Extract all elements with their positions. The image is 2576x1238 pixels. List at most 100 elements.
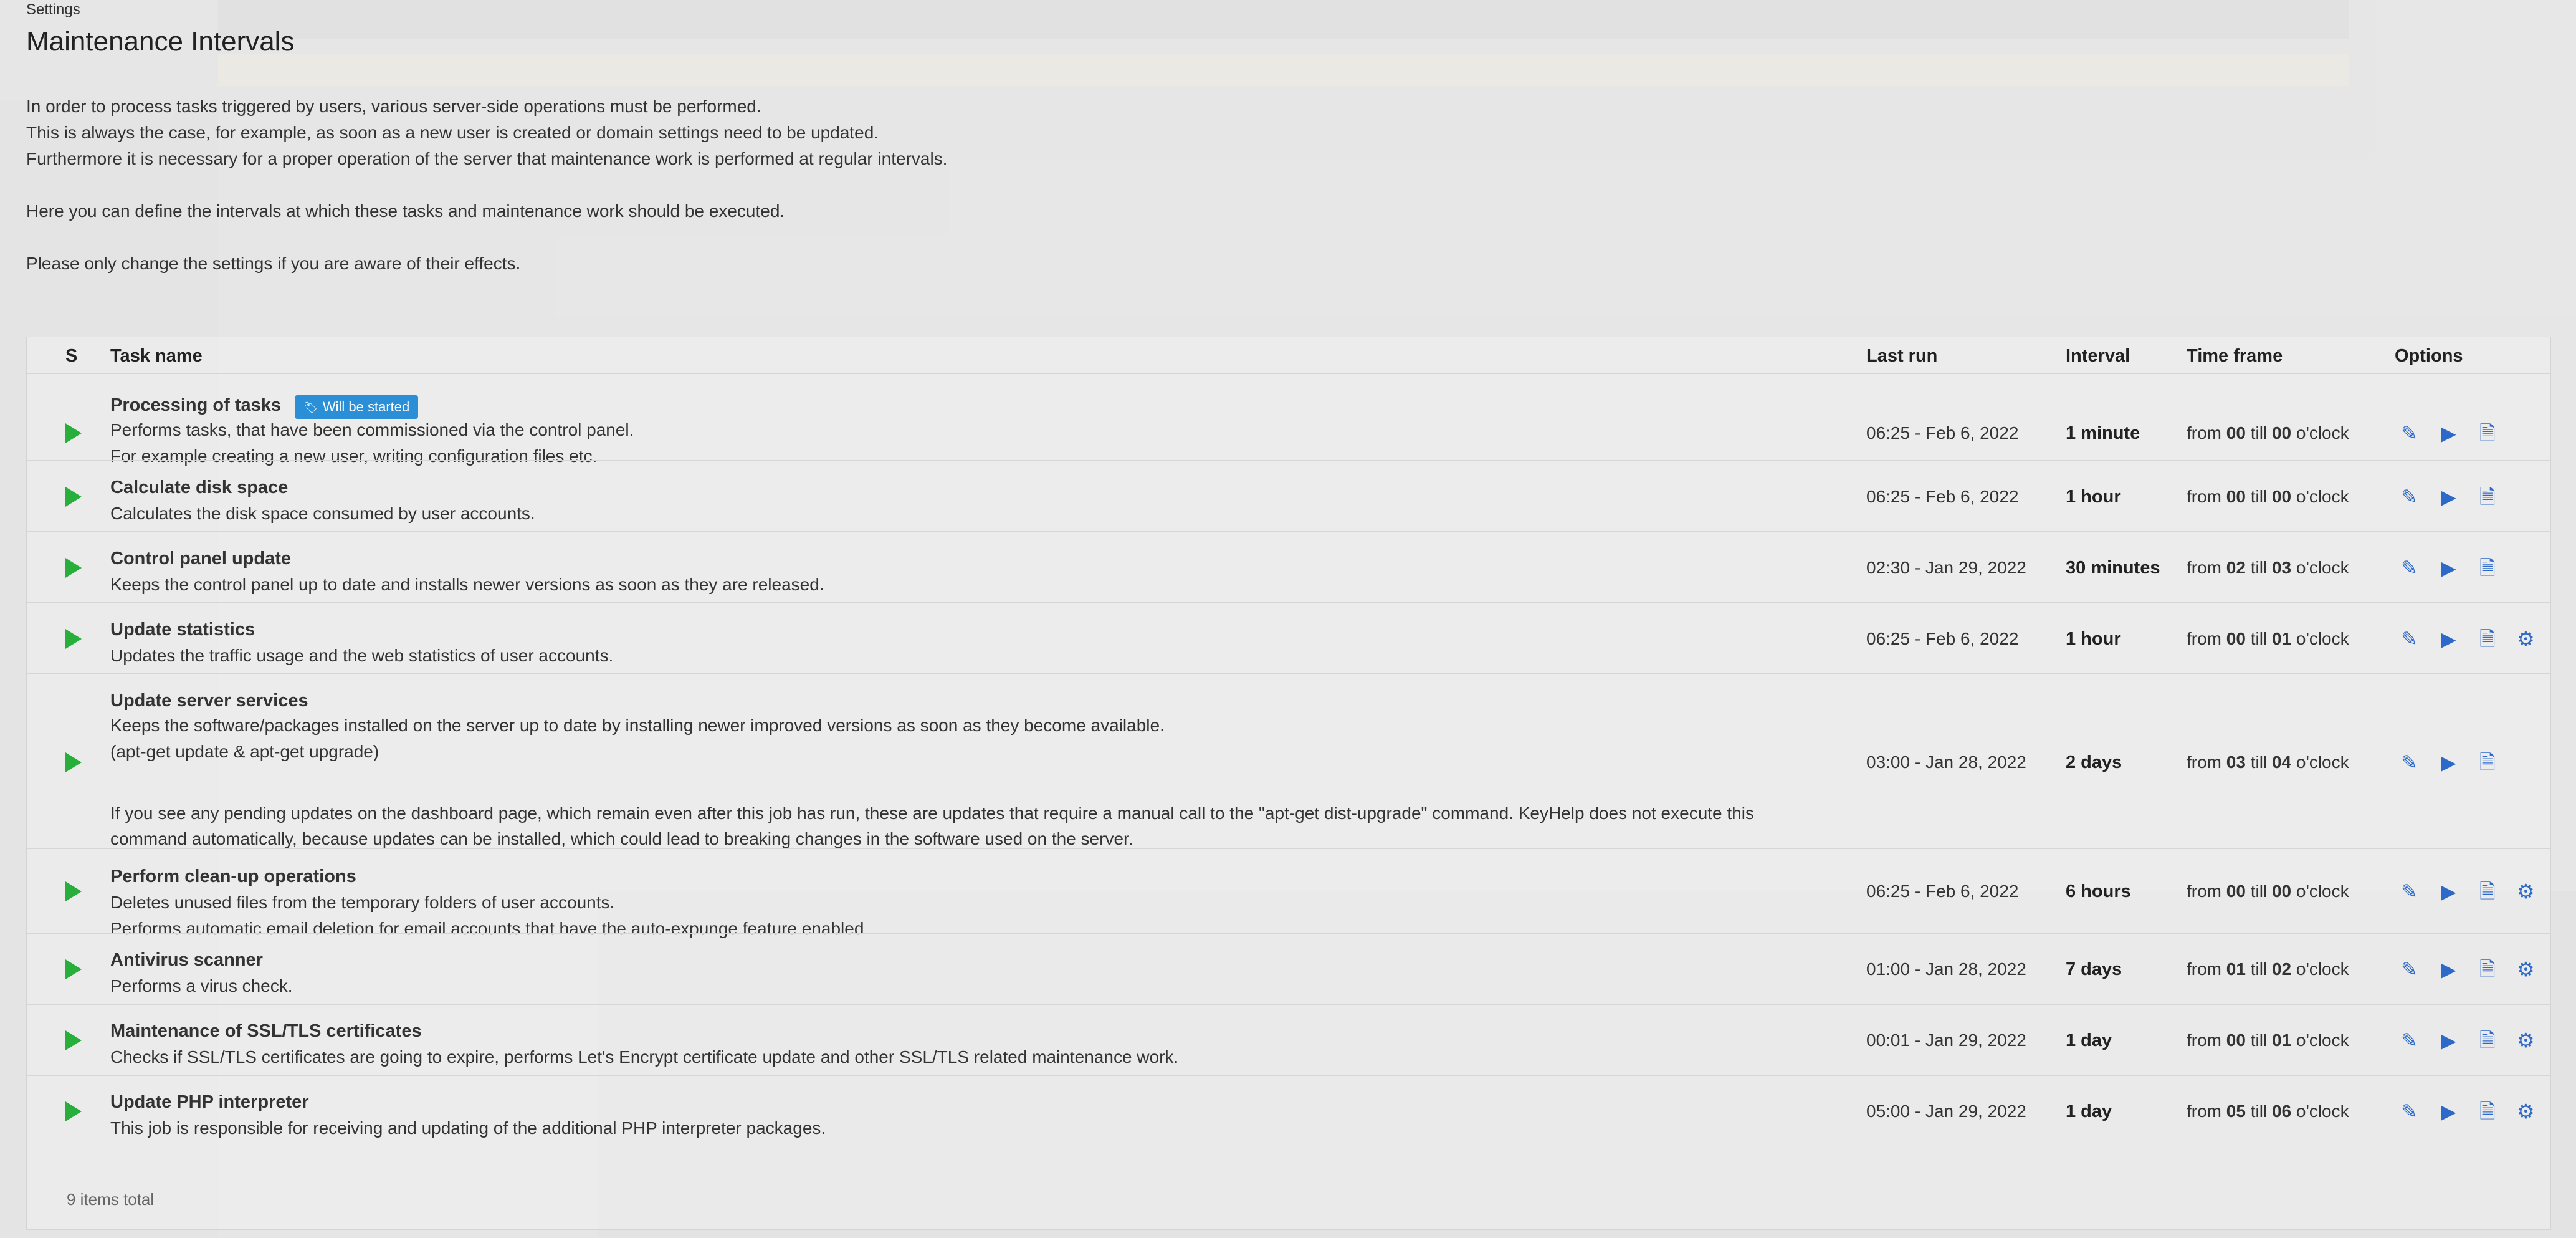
time-frame-from-value: 00 (2226, 881, 2246, 901)
time-frame-till-value: 00 (2271, 881, 2292, 901)
gear-icon[interactable]: ⚙ (2517, 1030, 2535, 1050)
time-frame-oclock-label: o'clock (2296, 1030, 2349, 1050)
tag-icon: 🏷 (303, 401, 318, 414)
time-frame-oclock-label: o'clock (2296, 629, 2349, 648)
play-status-icon[interactable] (65, 752, 82, 772)
time-frame-oclock-label: o'clock (2296, 881, 2349, 901)
play-icon[interactable]: ▶ (2441, 487, 2456, 507)
pencil-icon[interactable]: ✎ (2401, 423, 2418, 443)
time-frame: from 00 till 00 o'clock (2187, 423, 2349, 443)
play-status-icon[interactable] (65, 959, 82, 979)
last-run: 06:25 - Feb 6, 2022 (1866, 423, 2019, 443)
time-frame: from 01 till 02 o'clock (2187, 959, 2349, 979)
pencil-icon[interactable]: ✎ (2401, 752, 2418, 772)
last-run: 06:25 - Feb 6, 2022 (1866, 487, 2019, 506)
play-status-icon[interactable] (65, 881, 82, 901)
page-title: Maintenance Intervals (26, 26, 295, 57)
task-description: Performs a virus check. (110, 976, 293, 996)
column-header-time-frame: Time frame (2187, 346, 2283, 366)
time-frame-from-label: from (2187, 1101, 2221, 1121)
time-frame-from-label: from (2187, 558, 2221, 577)
table-row: Perform clean-up operations Deletes unuse… (27, 848, 2550, 938)
task-name: Update statistics (110, 620, 255, 640)
column-header-last-run: Last run (1866, 346, 1938, 366)
intro-line: In order to process tasks triggered by u… (26, 97, 761, 116)
task-description: (apt-get update & apt-get upgrade) (110, 742, 379, 761)
play-icon[interactable]: ▶ (2441, 752, 2456, 772)
time-frame-oclock-label: o'clock (2296, 423, 2349, 443)
interval: 1 hour (2066, 629, 2121, 649)
last-run: 01:00 - Jan 28, 2022 (1866, 959, 2026, 979)
interval: 1 day (2066, 1030, 2112, 1050)
document-icon[interactable]: 🗎 (2479, 629, 2496, 649)
document-icon[interactable]: 🗎 (2479, 487, 2496, 507)
pencil-icon[interactable]: ✎ (2401, 629, 2418, 649)
document-icon[interactable]: 🗎 (2479, 881, 2496, 901)
document-icon[interactable]: 🗎 (2479, 1101, 2496, 1121)
time-frame-from-label: from (2187, 1030, 2221, 1050)
time-frame-from-label: from (2187, 487, 2221, 506)
document-icon[interactable]: 🗎 (2479, 558, 2496, 578)
time-frame-till-label: till (2250, 558, 2268, 577)
table-row: Processing of tasks Performs tasks, that … (27, 373, 2550, 466)
gear-icon[interactable]: ⚙ (2517, 629, 2535, 649)
intro-line: Please only change the settings if you a… (26, 254, 521, 273)
play-status-icon[interactable] (65, 629, 82, 649)
time-frame-oclock-label: o'clock (2296, 752, 2349, 772)
last-run: 03:00 - Jan 28, 2022 (1866, 752, 2026, 772)
task-description: If you see any pending updates on the da… (110, 804, 1754, 823)
document-icon[interactable]: 🗎 (2479, 423, 2496, 443)
pencil-icon[interactable]: ✎ (2401, 959, 2418, 979)
play-status-icon[interactable] (65, 558, 82, 578)
column-header-status: S (65, 346, 78, 366)
pencil-icon[interactable]: ✎ (2401, 558, 2418, 578)
document-icon[interactable]: 🗎 (2479, 959, 2496, 979)
play-icon[interactable]: ▶ (2441, 1030, 2456, 1050)
last-run: 06:25 - Feb 6, 2022 (1866, 881, 2019, 901)
pencil-icon[interactable]: ✎ (2401, 1030, 2418, 1050)
task-name: Calculate disk space (110, 477, 289, 497)
task-name: Update server services (110, 691, 308, 711)
time-frame-from-label: from (2187, 629, 2221, 648)
intro-line: Furthermore it is necessary for a proper… (26, 149, 948, 168)
play-icon[interactable]: ▶ (2441, 959, 2456, 979)
time-frame-from-value: 00 (2226, 1030, 2246, 1050)
table-row: Antivirus scanner Performs a virus check.… (27, 933, 2550, 1005)
pencil-icon[interactable]: ✎ (2401, 487, 2418, 507)
interval: 2 days (2066, 752, 2122, 772)
time-frame-from-value: 00 (2226, 629, 2246, 648)
column-header-task: Task name (110, 346, 203, 366)
time-frame-till-label: till (2250, 881, 2268, 901)
items-total: 9 items total (67, 1190, 155, 1209)
gear-icon[interactable]: ⚙ (2517, 1101, 2535, 1121)
play-status-icon[interactable] (65, 487, 82, 507)
time-frame: from 00 till 00 o'clock (2187, 881, 2349, 901)
play-status-icon[interactable] (65, 1101, 82, 1121)
time-frame-till-label: till (2250, 423, 2268, 443)
gear-icon[interactable]: ⚙ (2517, 881, 2535, 901)
gear-icon[interactable]: ⚙ (2517, 959, 2535, 979)
time-frame-till-label: till (2250, 959, 2268, 979)
task-name: Processing of tasks (110, 395, 281, 415)
play-icon[interactable]: ▶ (2441, 423, 2456, 443)
badge-label: Will be started (322, 399, 410, 415)
time-frame-till-value: 01 (2271, 629, 2292, 648)
time-frame-from-value: 02 (2226, 558, 2246, 577)
play-icon[interactable]: ▶ (2441, 629, 2456, 649)
play-status-icon[interactable] (65, 423, 82, 443)
pencil-icon[interactable]: ✎ (2401, 1101, 2418, 1121)
time-frame-till-value: 04 (2271, 752, 2292, 772)
pencil-icon[interactable]: ✎ (2401, 881, 2418, 901)
play-icon[interactable]: ▶ (2441, 1101, 2456, 1121)
task-description: Checks if SSL/TLS certificates are going… (110, 1047, 1179, 1067)
time-frame-from-label: from (2187, 423, 2221, 443)
document-icon[interactable]: 🗎 (2479, 1030, 2496, 1050)
interval: 30 minutes (2066, 558, 2160, 578)
play-icon[interactable]: ▶ (2441, 558, 2456, 578)
play-status-icon[interactable] (65, 1030, 82, 1050)
play-icon[interactable]: ▶ (2441, 881, 2456, 901)
time-frame-from-label: from (2187, 881, 2221, 901)
time-frame: from 02 till 03 o'clock (2187, 558, 2349, 578)
document-icon[interactable]: 🗎 (2479, 752, 2496, 772)
task-description: Calculates the disk space consumed by us… (110, 504, 535, 523)
